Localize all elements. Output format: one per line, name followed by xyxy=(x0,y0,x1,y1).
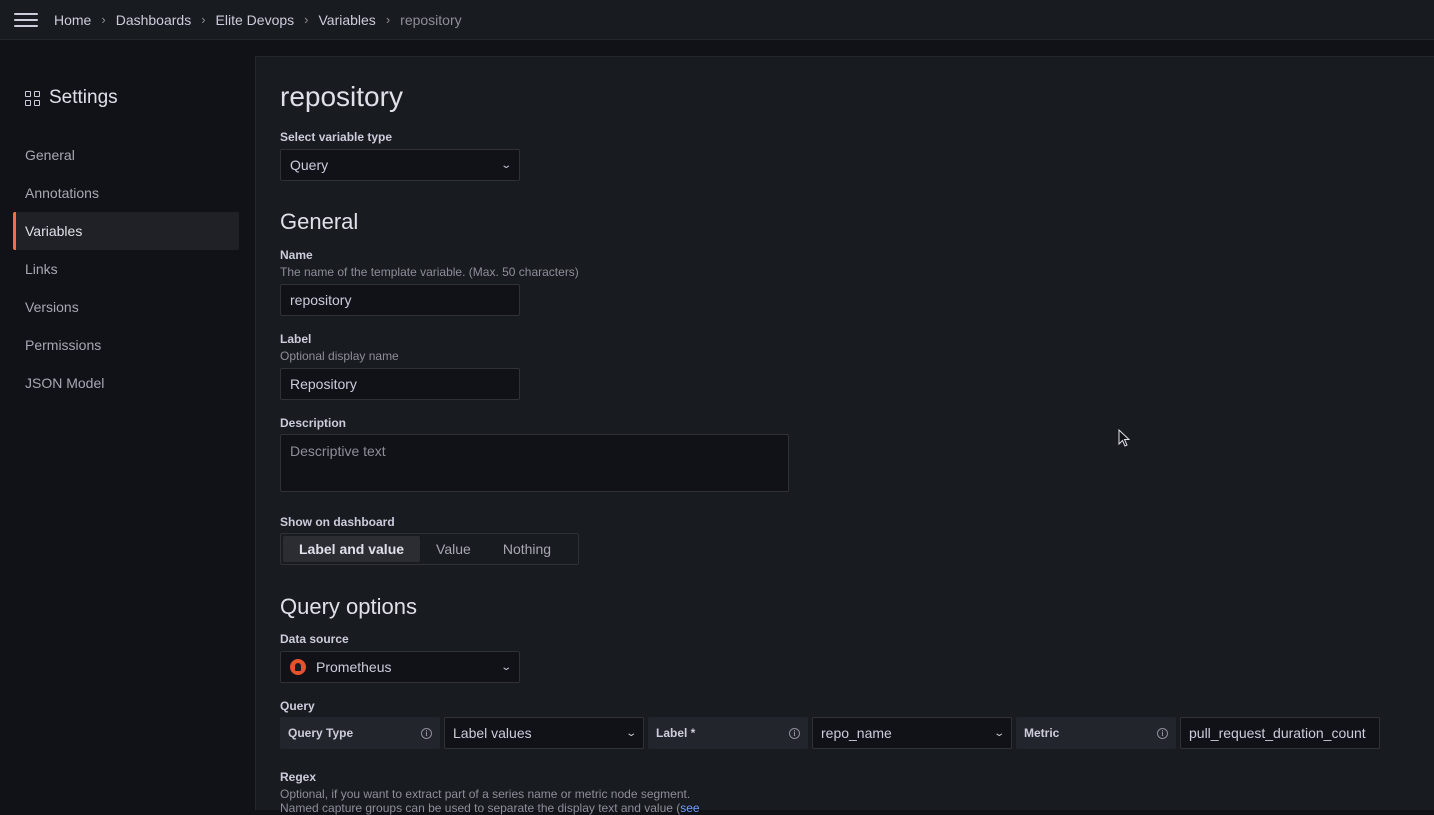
chevron-right-icon: › xyxy=(304,12,309,27)
breadcrumb-dashboard[interactable]: Elite Devops xyxy=(216,12,295,28)
chevron-right-icon: › xyxy=(385,12,391,27)
query-options-heading: Query options xyxy=(280,594,417,619)
variable-type-value: Query xyxy=(290,157,329,173)
query-editor-row: Query Type i Label values ⌄ Label * i re… xyxy=(280,717,1380,749)
regex-label: Regex xyxy=(280,770,317,784)
dashboard-grid-icon xyxy=(25,90,40,106)
datasource-label: Data source xyxy=(280,632,349,646)
chevron-right-icon: › xyxy=(101,12,106,27)
info-icon[interactable]: i xyxy=(1157,727,1168,739)
name-description: The name of the template variable. (Max.… xyxy=(280,265,579,279)
datasource-select[interactable]: Prometheus ⌄ xyxy=(280,651,520,683)
show-on-dashboard-label: Show on dashboard xyxy=(280,515,395,529)
info-icon[interactable]: i xyxy=(421,727,432,739)
chevron-down-icon: ⌄ xyxy=(499,661,512,673)
query-type-label: Query Type i xyxy=(280,717,440,749)
option-value[interactable]: Value xyxy=(420,536,487,562)
regex-description-2-text: Named capture groups can be used to sepa… xyxy=(280,801,681,815)
breadcrumb-dashboards[interactable]: Dashboards xyxy=(116,12,192,28)
general-heading: General xyxy=(280,209,359,234)
breadcrumb-variables[interactable]: Variables xyxy=(318,12,375,28)
variable-editor: repository Select variable type Query ⌄ … xyxy=(255,56,1434,815)
metric-label: Metric i xyxy=(1016,717,1176,749)
metric-input[interactable]: pull_request_duration_count xyxy=(1180,717,1380,749)
label-description: Optional display name xyxy=(280,349,399,363)
settings-nav: General Annotations Variables Links Vers… xyxy=(13,136,239,402)
query-label: Query xyxy=(280,699,315,713)
sidebar-item-links[interactable]: Links xyxy=(13,250,239,288)
info-icon[interactable]: i xyxy=(789,727,800,739)
sidebar-item-json-model[interactable]: JSON Model xyxy=(13,364,239,402)
label-select-value: repo_name xyxy=(821,725,892,741)
sidebar-item-versions[interactable]: Versions xyxy=(13,288,239,326)
metric-label-text: Metric xyxy=(1024,726,1060,740)
chevron-down-icon: ⌄ xyxy=(624,727,637,739)
query-type-select[interactable]: Label values ⌄ xyxy=(444,717,644,749)
query-type-label-text: Query Type xyxy=(288,726,354,740)
regex-description-2: Named capture groups can be used to sepa… xyxy=(280,801,700,815)
settings-title: Settings xyxy=(25,87,118,109)
prometheus-icon xyxy=(290,659,306,675)
mouse-cursor-icon xyxy=(1118,429,1130,447)
breadcrumb: Home › Dashboards › Elite Devops › Varia… xyxy=(54,12,462,28)
chevron-down-icon: ⌄ xyxy=(499,159,512,171)
show-on-dashboard-toggle: Label and value Value Nothing xyxy=(280,533,579,565)
label-field-label: Label * i xyxy=(648,717,808,749)
datasource-selected: Prometheus xyxy=(290,659,391,675)
settings-sidebar: Settings General Annotations Variables L… xyxy=(0,40,255,810)
query-type-value: Label values xyxy=(453,725,532,741)
chevron-right-icon: › xyxy=(201,12,206,27)
description-field[interactable] xyxy=(280,434,789,492)
variable-type-label: Select variable type xyxy=(280,130,393,144)
sidebar-item-annotations[interactable]: Annotations xyxy=(13,174,239,212)
chevron-down-icon: ⌄ xyxy=(992,727,1005,739)
regex-description-1: Optional, if you want to extract part of… xyxy=(280,787,691,801)
datasource-value: Prometheus xyxy=(316,659,392,675)
description-label: Description xyxy=(280,416,347,430)
name-field[interactable]: repository xyxy=(280,284,520,316)
page-title: repository xyxy=(280,81,403,112)
menu-icon[interactable] xyxy=(14,12,38,28)
settings-title-text: Settings xyxy=(49,87,118,108)
label-label: Label xyxy=(280,332,312,346)
breadcrumb-home[interactable]: Home xyxy=(54,12,91,28)
breadcrumb-current: repository xyxy=(400,11,462,28)
option-label-and-value[interactable]: Label and value xyxy=(283,536,421,562)
name-label: Name xyxy=(280,248,313,262)
regex-help-link[interactable]: see xyxy=(680,801,699,815)
label-field-label-text: Label * xyxy=(656,726,696,740)
variable-type-select[interactable]: Query ⌄ xyxy=(280,149,520,181)
sidebar-item-permissions[interactable]: Permissions xyxy=(13,326,239,364)
sidebar-item-variables[interactable]: Variables xyxy=(13,212,239,250)
option-nothing[interactable]: Nothing xyxy=(487,536,567,562)
label-select[interactable]: repo_name ⌄ xyxy=(812,717,1012,749)
label-field[interactable]: Repository xyxy=(280,368,520,400)
sidebar-item-general[interactable]: General xyxy=(13,136,239,174)
top-navbar: Home › Dashboards › Elite Devops › Varia… xyxy=(0,0,1434,40)
